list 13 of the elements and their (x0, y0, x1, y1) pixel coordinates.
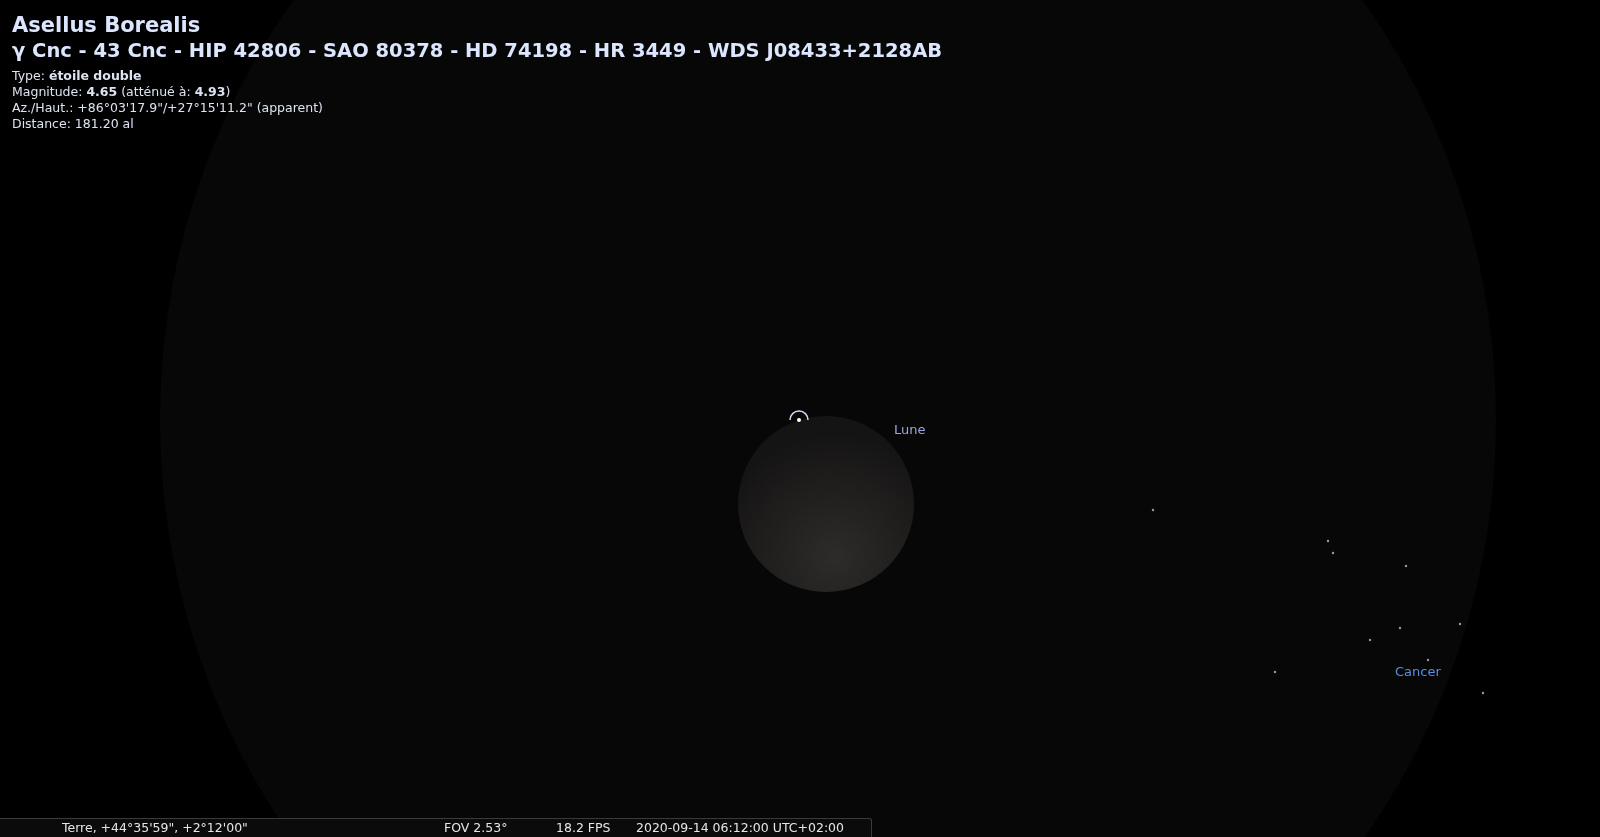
info-line: Distance: 181.20 al (12, 116, 135, 132)
sky-label: Cancer (1395, 663, 1441, 681)
fps-text: 18.2 FPS (556, 818, 612, 837)
fov-text: FOV 2.53° (444, 818, 509, 837)
info-line: Magnitude: 4.65 (atténué à: 4.93) (12, 84, 232, 100)
info-line: Az./Haut.: +86°03'17.9"/+27°15'11.2" (apparent) (12, 100, 324, 116)
object-name: Asellus Borealis (12, 12, 202, 38)
location-text: Terre, +44°35'59", +2°12'00" (62, 818, 249, 837)
target-marker-icon (788, 408, 810, 424)
info-line: Type: étoile double (12, 68, 143, 84)
sky-label: Lune (894, 421, 926, 439)
object-designations: γ Cnc - 43 Cnc - HIP 42806 - SAO 80378 - HD 74198 - HR 3449 - WDS J08433+2128AB (12, 38, 943, 64)
datetime-text: 2020-09-14 06:12:00 UTC+02:00 (636, 818, 844, 837)
